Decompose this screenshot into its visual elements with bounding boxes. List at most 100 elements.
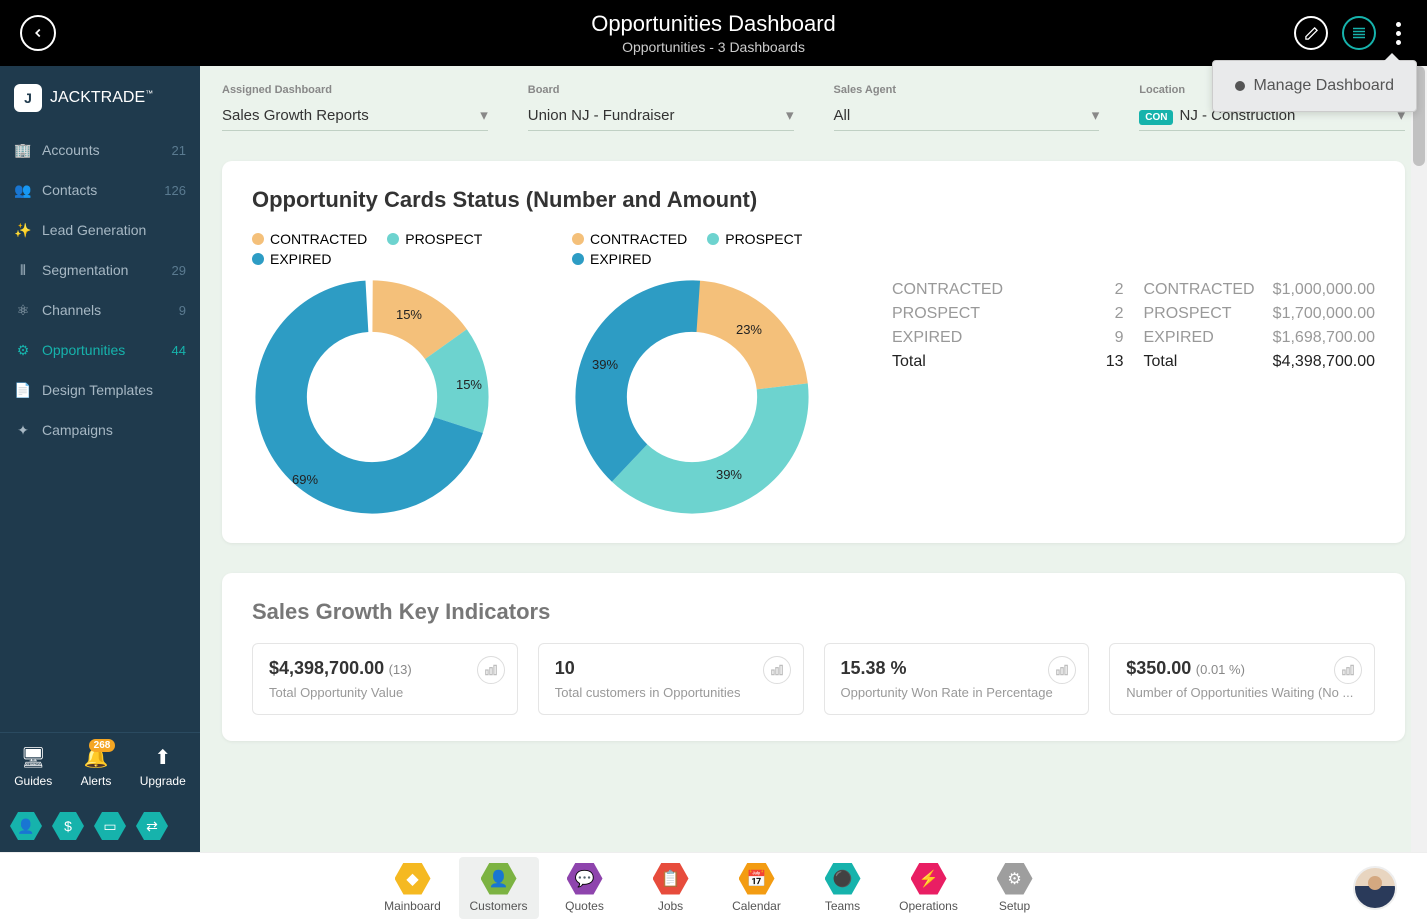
chart-icon (763, 656, 791, 684)
hex-transfer-button[interactable]: ⇄ (136, 812, 168, 840)
chevron-left-icon (31, 26, 45, 40)
bottomnav-label: Operations (889, 899, 969, 913)
dashboard-select[interactable]: Sales Growth Reports▾ (222, 100, 488, 131)
manage-dashboard-label: Manage Dashboard (1253, 77, 1394, 95)
kpi-card: Sales Growth Key Indicators $4,398,700.0… (222, 573, 1405, 741)
caret-down-icon: ▾ (786, 106, 794, 124)
kpi-desc: Total customers in Opportunities (555, 685, 787, 700)
sidebar-item-opportunities[interactable]: ⚙Opportunities44 (0, 330, 200, 370)
donut-chart-number: 15% 15% 69% (252, 277, 492, 517)
sidebar-hex-row: 👤 $ ▭ ⇄ (0, 800, 200, 852)
kpi-value: $4,398,700.00 (269, 658, 384, 678)
kpi-desc: Opportunity Won Rate in Percentage (841, 685, 1073, 700)
sidebar-icon: 👥 (14, 181, 32, 199)
sidebar-item-count: 29 (172, 263, 186, 278)
sidebar-item-accounts[interactable]: 🏢Accounts21 (0, 130, 200, 170)
kpi-sub: (0.01 %) (1196, 662, 1245, 677)
location-badge: CON (1139, 110, 1173, 125)
agent-select[interactable]: All▾ (834, 100, 1100, 131)
bottomnav-icon: ⚙ (997, 863, 1033, 895)
hex-user-button[interactable]: 👤 (10, 812, 42, 840)
more-menu-button[interactable] (1390, 16, 1407, 51)
bottom-nav: ◆Mainboard 👤 Customers 💬 Quotes 📋Jobs📅Calenda… (0, 852, 1427, 922)
bottomnav-mainboard[interactable]: ◆Mainboard (373, 857, 453, 919)
bottomnav-setup[interactable]: ⚙Setup (975, 857, 1055, 919)
edit-button[interactable] (1294, 16, 1328, 50)
sidebar-item-count: 126 (164, 183, 186, 198)
scrollbar[interactable] (1411, 66, 1427, 852)
sidebar-icon: ✨ (14, 221, 32, 239)
guides-button[interactable]: 🖥 Guides (14, 745, 52, 788)
bottomnav-icon: ⚫ (825, 863, 861, 895)
slice-label: 15% (396, 307, 422, 322)
sidebar-item-label: Lead Generation (42, 222, 186, 238)
filter-label: Sales Agent (834, 84, 1100, 96)
card-icon: ▭ (103, 818, 116, 835)
slice-label: 15% (456, 377, 482, 392)
monitor-icon: 🖥 (14, 745, 52, 770)
board-select[interactable]: Union NJ - Fundraiser▾ (528, 100, 794, 131)
filter-agent: Sales Agent All▾ (834, 84, 1100, 131)
bottomnav-label: Customers (459, 899, 539, 913)
bottomnav-jobs[interactable]: 📋Jobs (631, 857, 711, 919)
sidebar-item-label: Accounts (42, 142, 172, 158)
bottomnav-label: Teams (803, 899, 883, 913)
donut-chart-amount: 23% 39% 39% (572, 277, 812, 517)
bottomnav-icon: 📅 (739, 863, 775, 895)
bottomnav-calendar[interactable]: 📅Calendar (717, 857, 797, 919)
slice-label: 69% (292, 472, 318, 487)
avatar[interactable] (1353, 866, 1397, 910)
more-menu-popover: Manage Dashboard (1212, 60, 1417, 112)
chart-icon (1334, 656, 1362, 684)
sidebar-item-segmentation[interactable]: ⫴Segmentation29 (0, 250, 200, 290)
legend-dot-icon (252, 233, 264, 245)
kpi-card-item[interactable]: 15.38 % Opportunity Won Rate in Percenta… (824, 643, 1090, 715)
list-icon (1350, 24, 1368, 42)
sidebar-icon: 🏢 (14, 141, 32, 159)
bottomnav-icon: ⚡ (911, 863, 947, 895)
bottomnav-quotes[interactable]: 💬 Quotes (545, 857, 625, 919)
transfer-icon: ⇄ (146, 818, 158, 835)
page-title: Opportunities Dashboard (591, 11, 836, 37)
bottomnav-label: Quotes (545, 899, 625, 913)
kpi-card-item[interactable]: 10 Total customers in Opportunities (538, 643, 804, 715)
topbar-actions (1294, 16, 1407, 51)
bottomnav-operations[interactable]: ⚡ Operations (889, 857, 969, 919)
logo[interactable]: J JACKTRADE™ (0, 66, 200, 130)
bottomnav-icon: 💬 (567, 863, 603, 895)
title-block: Opportunities Dashboard Opportunities - … (591, 11, 836, 55)
legend: CONTRACTED PROSPECT EXPIRED (572, 231, 872, 267)
sidebar-item-design-templates[interactable]: 📄Design Templates (0, 370, 200, 410)
sidebar-icon: ⚙ (14, 341, 32, 359)
donut-amount-block: CONTRACTED PROSPECT EXPIRED 23% (572, 231, 872, 517)
kpi-desc: Number of Opportunities Waiting (No ... (1126, 685, 1358, 700)
legend: CONTRACTED PROSPECT EXPIRED (252, 231, 552, 267)
bottomnav-label: Mainboard (373, 899, 453, 913)
sidebar-item-contacts[interactable]: 👥Contacts126 (0, 170, 200, 210)
sidebar-icon: 📄 (14, 381, 32, 399)
logo-mark-icon: J (14, 84, 42, 112)
bullet-icon (1235, 81, 1245, 91)
kpi-card-item[interactable]: $4,398,700.00 (13)Total Opportunity Valu… (252, 643, 518, 715)
bottomnav-customers[interactable]: 👤 Customers (459, 857, 539, 919)
manage-dashboard-item[interactable]: Manage Dashboard (1235, 77, 1394, 95)
sidebar-item-lead-generation[interactable]: ✨ Lead Generation (0, 210, 200, 250)
alerts-badge: 268 (89, 739, 116, 752)
sidebar-item-campaigns[interactable]: ✦Campaigns (0, 410, 200, 450)
filter-label: Assigned Dashboard (222, 84, 488, 96)
hex-card-button[interactable]: ▭ (94, 812, 126, 840)
dot-icon (1396, 22, 1401, 27)
opportunity-status-card: Opportunity Cards Status (Number and Amo… (222, 161, 1405, 543)
sidebar-item-channels[interactable]: ⚛Channels9 (0, 290, 200, 330)
back-button[interactable] (20, 15, 56, 51)
bottomnav-teams[interactable]: ⚫ Teams (803, 857, 883, 919)
dot-icon (1396, 40, 1401, 45)
alerts-button[interactable]: 268 🔔 Alerts (81, 745, 112, 788)
upgrade-button[interactable]: ⬆ Upgrade (140, 745, 186, 788)
list-button[interactable] (1342, 16, 1376, 50)
bottomnav-icon: 👤 (481, 863, 517, 895)
kpi-card-item[interactable]: $350.00 (0.01 %)Number of Opportunities … (1109, 643, 1375, 715)
hex-money-button[interactable]: $ (52, 812, 84, 840)
sidebar-item-count: 44 (172, 343, 186, 358)
sidebar-icon: ⫴ (14, 261, 32, 279)
